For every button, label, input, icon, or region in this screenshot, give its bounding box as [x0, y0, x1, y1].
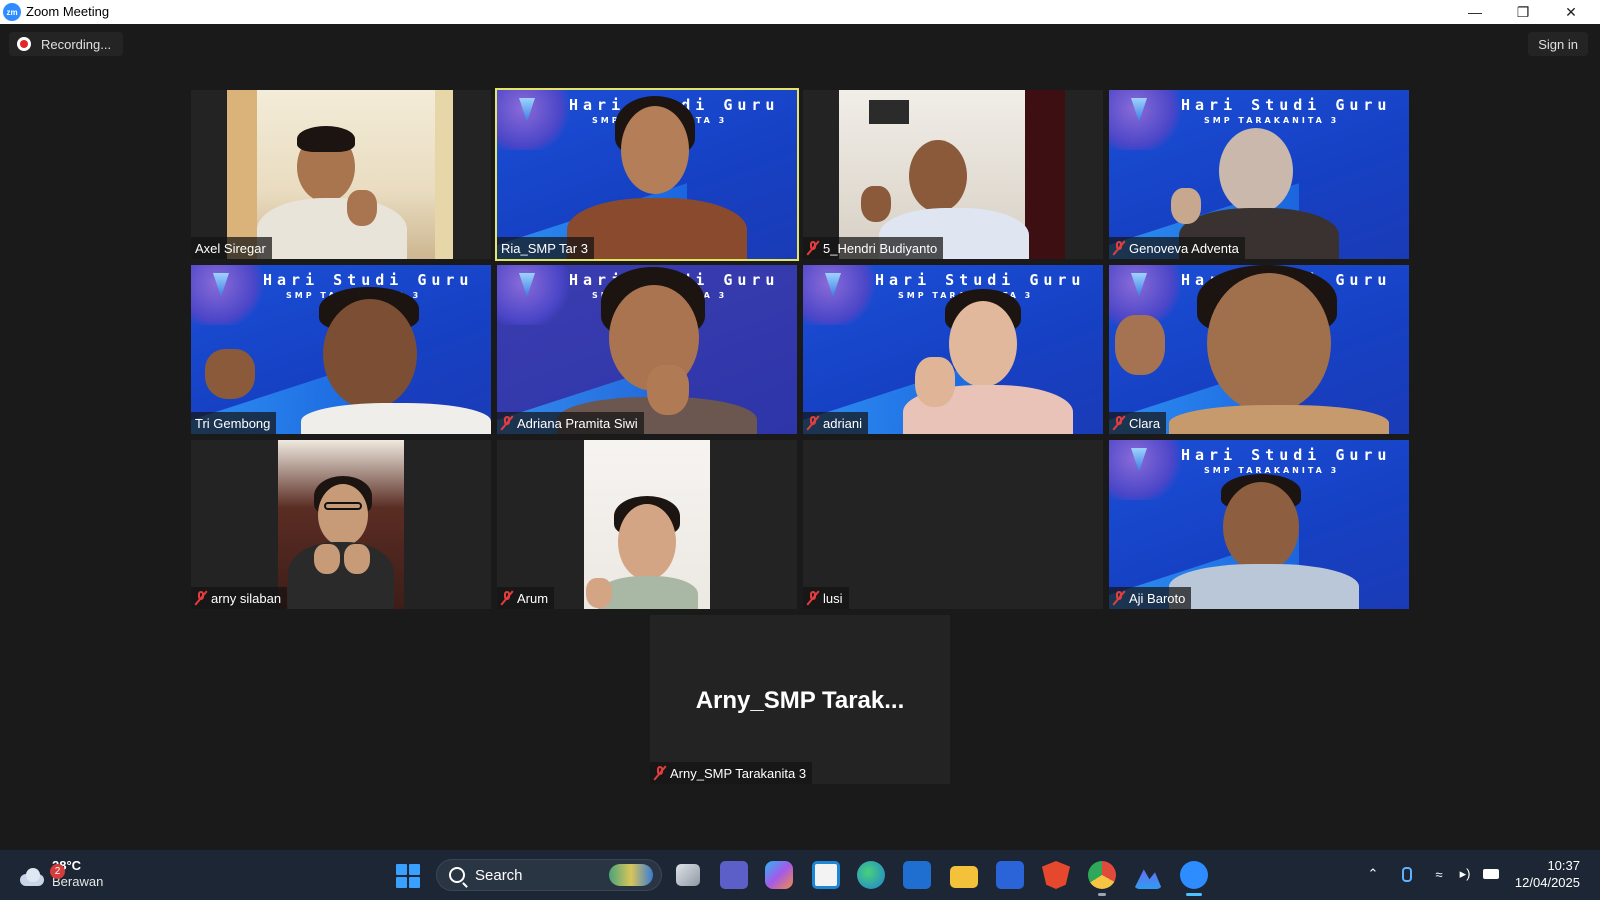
- participant-name-tag: Aji Baroto: [1109, 587, 1192, 609]
- meeting-area: Recording... Sign in Axel Siregar Hari S…: [0, 24, 1600, 850]
- participant-name-tag: Adriana Pramita Siwi: [497, 412, 644, 434]
- participant-tile[interactable]: Hari Studi Guru SMP TARAKANITA 3 Aji Bar…: [1109, 440, 1409, 609]
- participant-name-tag: adriani: [803, 412, 869, 434]
- battery-icon[interactable]: [1482, 866, 1500, 882]
- participant-name-tag: Arny_SMP Tarakanita 3: [650, 762, 813, 784]
- participant-name-tag: Genoveva Adventa: [1109, 237, 1245, 259]
- sign-in-button[interactable]: Sign in: [1528, 32, 1588, 56]
- participant-name: Tri Gembong: [195, 415, 271, 431]
- microphone-icon[interactable]: [1398, 866, 1416, 882]
- participant-tile[interactable]: 5_Hendri Budiyanto: [803, 90, 1103, 259]
- banner-title: Hari Studi Guru: [1181, 96, 1392, 114]
- muted-microphone-icon: [807, 416, 819, 430]
- clock-date: 12/04/2025: [1514, 875, 1580, 890]
- participant-name: adriani: [823, 415, 863, 431]
- notification-badge: 2: [50, 864, 65, 879]
- banner-title: Hari Studi Guru: [1181, 446, 1392, 464]
- participant-name: Axel Siregar: [195, 240, 266, 256]
- participant-name-tag: Ria_SMP Tar 3: [497, 237, 594, 259]
- teams-icon[interactable]: [720, 861, 748, 889]
- banner-title: Hari Studi Guru: [875, 271, 1086, 289]
- muted-microphone-icon: [654, 766, 666, 780]
- title-bar: zm Zoom Meeting — ❐ ✕: [0, 0, 1600, 24]
- record-icon: [17, 37, 31, 51]
- participant-name: Ria_SMP Tar 3: [501, 240, 588, 256]
- participant-name-tag: Tri Gembong: [191, 412, 277, 434]
- participant-name: Adriana Pramita Siwi: [517, 415, 638, 431]
- task-view-icon[interactable]: [676, 864, 700, 886]
- recording-label: Recording...: [41, 36, 112, 52]
- muted-microphone-icon: [807, 591, 819, 605]
- participant-tile-video-off[interactable]: Arny_SMP Tarak... Arny_SMP Tarakanita 3: [650, 615, 950, 784]
- participant-name: Aji Baroto: [1129, 590, 1186, 606]
- participant-name: Genoveva Adventa: [1129, 240, 1239, 256]
- search-icon: [449, 867, 465, 883]
- file-explorer-icon[interactable]: [950, 866, 978, 888]
- camera-feed: [839, 90, 1065, 259]
- participant-tile-video-off[interactable]: lusi: [803, 440, 1103, 609]
- muted-microphone-icon: [1113, 591, 1125, 605]
- search-highlight-icon: [609, 864, 653, 886]
- banner-subtitle: SMP TARAKANITA 3: [1204, 116, 1340, 125]
- muted-microphone-icon: [1113, 416, 1125, 430]
- participant-name: Arum: [517, 590, 549, 606]
- participant-tile[interactable]: Hari Studi Guru SMP TARAKANITA 3 Clara: [1109, 265, 1409, 434]
- search-box[interactable]: Search: [436, 859, 662, 891]
- camera-feed: [584, 440, 710, 609]
- participant-name-tag: Clara: [1109, 412, 1167, 434]
- participant-tile[interactable]: Axel Siregar: [191, 90, 491, 259]
- participant-name: lusi: [823, 590, 843, 606]
- taskbar: 2 28°C Berawan Search ⌃ ≈ ▸) 10:37 12/04…: [0, 850, 1600, 900]
- participant-name: Arny_SMP Tarakanita 3: [670, 765, 807, 781]
- restore-button[interactable]: ❐: [1500, 0, 1546, 24]
- recording-indicator[interactable]: Recording...: [9, 32, 124, 56]
- weather-widget[interactable]: 2 28°C Berawan: [18, 858, 103, 890]
- participant-name-tag: lusi: [803, 587, 849, 609]
- participant-name-tag: Arum: [497, 587, 555, 609]
- camera-feed: [278, 440, 404, 609]
- minimize-button[interactable]: —: [1452, 0, 1498, 24]
- search-label: Search: [475, 866, 523, 884]
- participant-display-name: Arny_SMP Tarak...: [695, 687, 905, 714]
- cloud-icon: [18, 868, 46, 886]
- edge-icon[interactable]: [857, 861, 885, 889]
- participant-tile-active-speaker[interactable]: Hari Studi Guru SMP TARAKANITA 3 Ria_SMP…: [495, 88, 799, 261]
- store-icon[interactable]: [812, 861, 840, 889]
- participant-name-tag: 5_Hendri Budiyanto: [803, 237, 944, 259]
- participant-name-tag: Axel Siregar: [191, 237, 272, 259]
- window-title: Zoom Meeting: [26, 4, 110, 19]
- clock-time: 10:37: [1547, 858, 1580, 873]
- volume-icon[interactable]: ▸): [1456, 866, 1474, 882]
- participant-tile[interactable]: Hari Studi Guru SMP TARAKANITA 3 Genovev…: [1109, 90, 1409, 259]
- muted-microphone-icon: [807, 241, 819, 255]
- participant-tile[interactable]: Hari Studi Guru SMP TARAKANITA 3 adriani: [803, 265, 1103, 434]
- participant-tile[interactable]: Hari Studi Guru SMP TARAKANITA 3 Tri Gem…: [191, 265, 491, 434]
- zoom-icon[interactable]: [1180, 861, 1208, 896]
- participant-tile[interactable]: arny silaban: [191, 440, 491, 609]
- muted-microphone-icon: [195, 591, 207, 605]
- participant-name: 5_Hendri Budiyanto: [823, 240, 938, 256]
- start-icon[interactable]: [396, 864, 420, 888]
- participant-tile[interactable]: Hari Studi Guru SMP TARAKANITA 3 Adriana…: [497, 265, 797, 434]
- copilot-icon[interactable]: [765, 861, 793, 889]
- participant-name: Clara: [1129, 415, 1161, 431]
- muted-microphone-icon: [501, 416, 513, 430]
- wifi-icon[interactable]: ≈: [1430, 866, 1448, 882]
- camera-feed: [227, 90, 453, 259]
- muted-microphone-icon: [1113, 241, 1125, 255]
- zoom-app-icon: zm: [3, 3, 21, 21]
- photos-icon[interactable]: [1134, 869, 1162, 889]
- participant-name-tag: arny silaban: [191, 587, 288, 609]
- outlook-icon[interactable]: [903, 861, 931, 889]
- chrome-icon[interactable]: [1088, 861, 1116, 896]
- close-button[interactable]: ✕: [1548, 0, 1594, 24]
- muted-microphone-icon: [501, 591, 513, 605]
- banner-subtitle: SMP TARAKANITA 3: [1204, 466, 1340, 475]
- participant-name: arny silaban: [211, 590, 282, 606]
- system-clock[interactable]: 10:37 12/04/2025: [1515, 857, 1580, 891]
- brave-icon[interactable]: [1042, 861, 1070, 889]
- participant-tile[interactable]: Arum: [497, 440, 797, 609]
- notes-icon[interactable]: [996, 861, 1024, 889]
- chevron-up-icon[interactable]: ⌃: [1364, 866, 1382, 882]
